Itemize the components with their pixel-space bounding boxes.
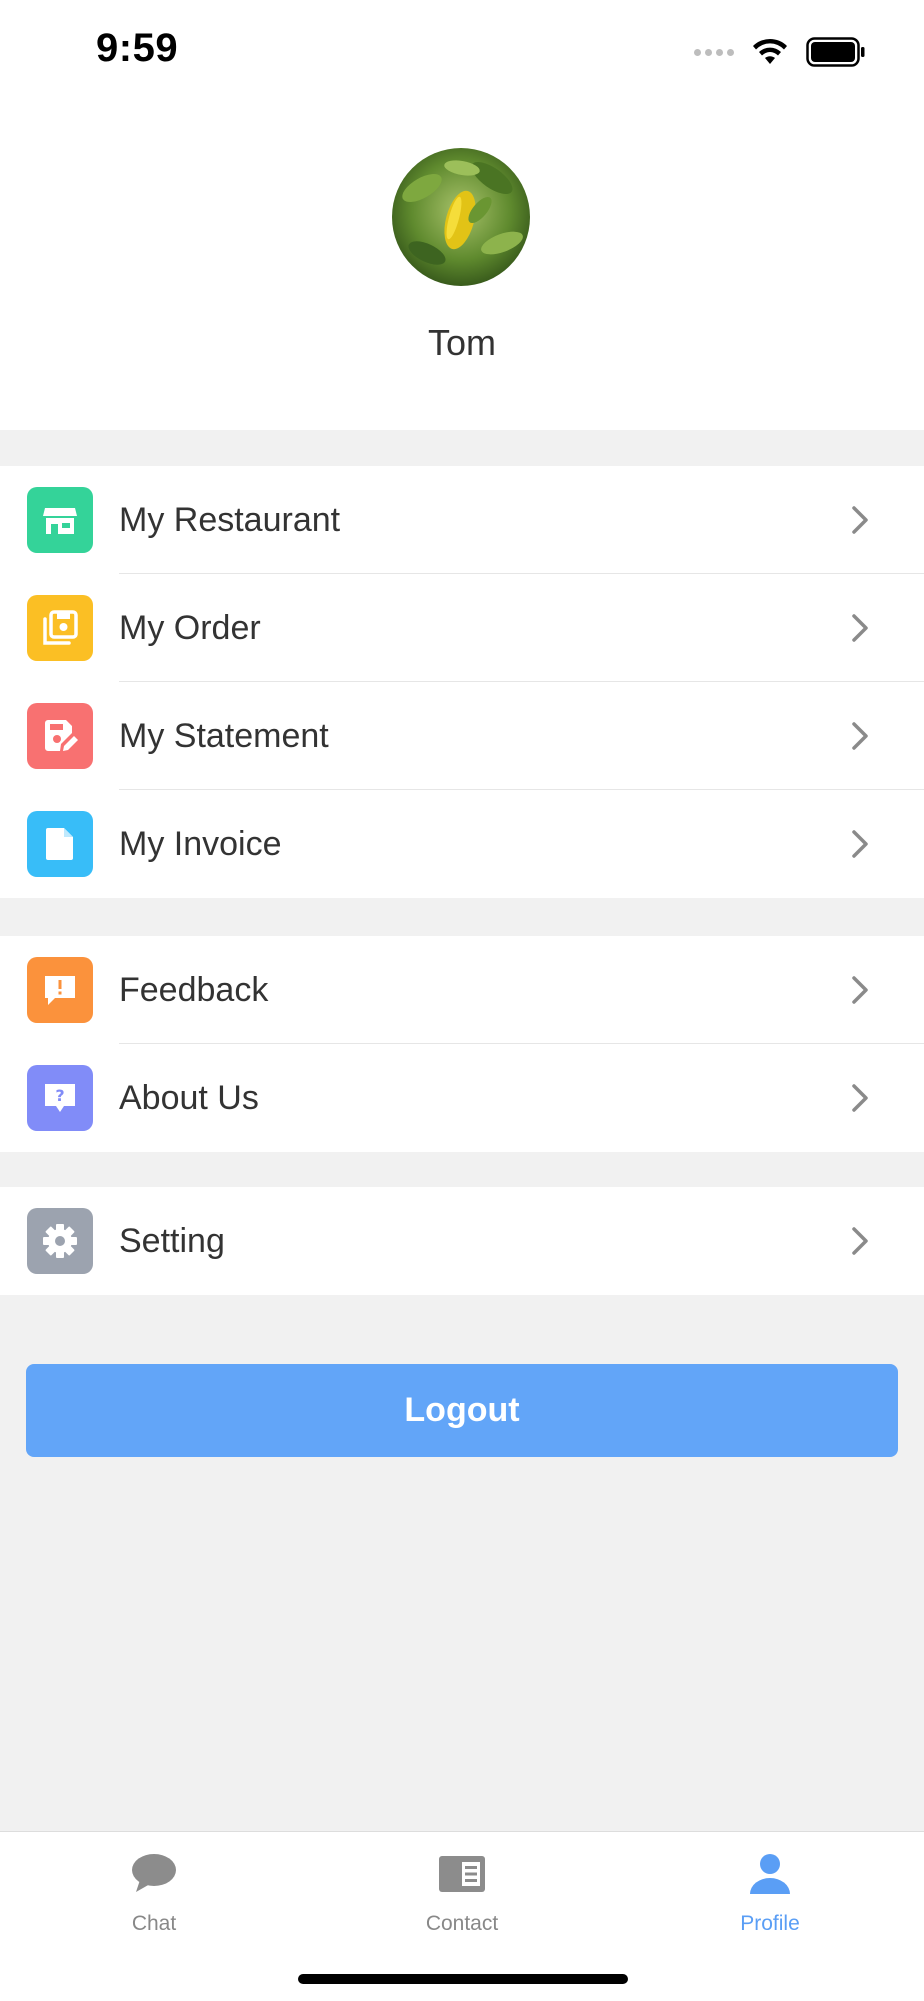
menu-group-account: My Restaurant My Order My Statement My I… bbox=[0, 466, 924, 898]
chevron-right-icon bbox=[852, 1084, 868, 1112]
contact-card-icon bbox=[439, 1856, 485, 1892]
tab-label: Profile bbox=[740, 1912, 800, 1935]
status-time: 9:59 bbox=[96, 26, 179, 70]
statement-edit-icon bbox=[27, 703, 93, 769]
tab-contact[interactable]: Contact bbox=[308, 1832, 616, 1942]
menu-item-setting[interactable]: Setting bbox=[0, 1187, 924, 1295]
tab-label: Chat bbox=[131, 1912, 177, 1935]
menu-item-label: Setting bbox=[119, 1222, 225, 1260]
menu-group-support: Feedback ? About Us bbox=[0, 936, 924, 1152]
menu-item-label: About Us bbox=[119, 1079, 259, 1117]
menu-group-settings: Setting bbox=[0, 1187, 924, 1295]
tab-chat[interactable]: Chat bbox=[0, 1832, 308, 1942]
wifi-icon bbox=[753, 38, 787, 64]
menu-item-label: My Order bbox=[119, 609, 261, 647]
svg-text:?: ? bbox=[55, 1086, 64, 1105]
battery-icon bbox=[806, 37, 865, 67]
status-bar: 9:59 bbox=[0, 0, 924, 100]
menu-item-my-restaurant[interactable]: My Restaurant bbox=[0, 466, 924, 574]
avatar[interactable] bbox=[392, 148, 530, 286]
user-name: Tom bbox=[427, 322, 496, 363]
feedback-icon bbox=[27, 957, 93, 1023]
menu-item-label: My Restaurant bbox=[119, 501, 341, 539]
menu-item-label: Feedback bbox=[119, 971, 269, 1009]
menu-item-my-statement[interactable]: My Statement bbox=[0, 682, 924, 790]
chat-bubble-icon bbox=[132, 1854, 176, 1892]
chevron-right-icon bbox=[852, 506, 868, 534]
chevron-right-icon bbox=[852, 722, 868, 750]
chevron-right-icon bbox=[852, 1227, 868, 1255]
menu-item-my-order[interactable]: My Order bbox=[0, 574, 924, 682]
tab-label: Contact bbox=[425, 1912, 499, 1935]
cellular-signal-icon bbox=[694, 48, 734, 56]
tab-profile[interactable]: Profile bbox=[616, 1832, 924, 1942]
store-icon bbox=[27, 487, 93, 553]
chevron-right-icon bbox=[852, 976, 868, 1004]
logout-button[interactable]: Logout bbox=[26, 1364, 898, 1457]
profile-header: Tom bbox=[0, 100, 924, 430]
menu-item-feedback[interactable]: Feedback bbox=[0, 936, 924, 1044]
menu-item-my-invoice[interactable]: My Invoice bbox=[0, 790, 924, 898]
chevron-right-icon bbox=[852, 830, 868, 858]
help-question-icon: ? bbox=[27, 1065, 93, 1131]
invoice-document-icon bbox=[27, 811, 93, 877]
person-icon bbox=[750, 1854, 790, 1894]
menu-item-label: My Invoice bbox=[119, 825, 282, 863]
order-icon bbox=[27, 595, 93, 661]
menu-item-about-us[interactable]: ? About Us bbox=[0, 1044, 924, 1152]
home-indicator bbox=[298, 1974, 628, 1984]
chevron-right-icon bbox=[852, 614, 868, 642]
status-icons bbox=[694, 36, 866, 68]
menu-item-label: My Statement bbox=[119, 717, 329, 755]
gear-icon bbox=[27, 1208, 93, 1274]
